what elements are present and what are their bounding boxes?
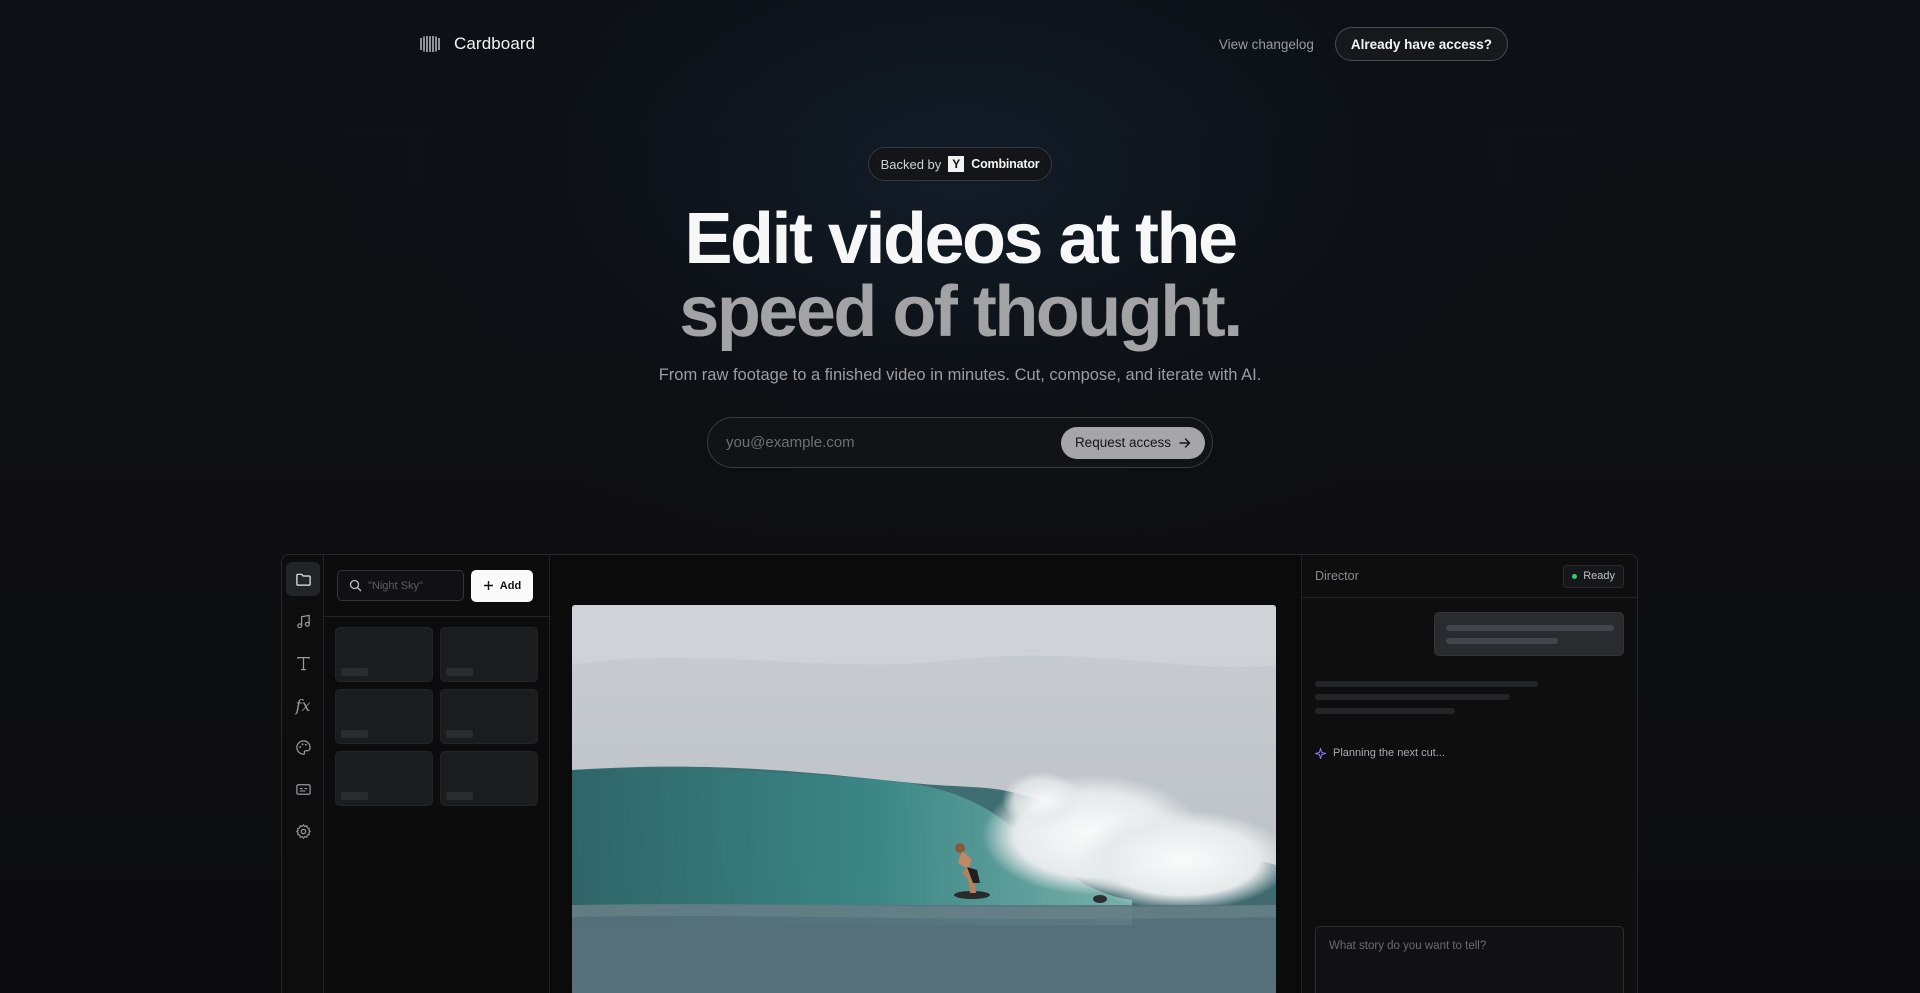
- y-combinator-logo-icon: Y: [948, 156, 965, 172]
- music-note-icon: [296, 614, 310, 628]
- rail-media-button[interactable]: [286, 562, 320, 596]
- brand-logo[interactable]: Cardboard: [418, 34, 535, 54]
- video-frame-surfer[interactable]: [572, 605, 1276, 993]
- palette-icon: [295, 739, 311, 755]
- rail-effects-button[interactable]: fx: [286, 688, 320, 722]
- media-tile-placeholder[interactable]: [335, 689, 433, 744]
- rail-color-button[interactable]: [286, 730, 320, 764]
- arrow-right-icon: [1179, 437, 1191, 448]
- nav-actions: View changelog Already have access?: [1219, 27, 1508, 61]
- sparkle-icon: [1315, 747, 1326, 759]
- rail-text-button[interactable]: [286, 646, 320, 680]
- badge-prefix: Backed by: [880, 156, 942, 172]
- fx-icon: fx: [295, 695, 311, 715]
- skeleton-line: [1315, 681, 1538, 687]
- planning-text: Planning the next cut...: [1333, 747, 1445, 759]
- media-grid: [335, 627, 538, 806]
- request-access-button[interactable]: Request access: [1060, 426, 1205, 459]
- media-search: [337, 570, 464, 601]
- director-panel: Director Ready Planning the next cut...: [1301, 555, 1637, 993]
- status-label: Ready: [1583, 570, 1615, 582]
- media-search-input[interactable]: [368, 579, 452, 592]
- status-badge: Ready: [1563, 564, 1624, 588]
- add-media-label: Add: [499, 579, 522, 592]
- settings-gear-icon: [295, 823, 311, 839]
- add-media-button[interactable]: Add: [471, 569, 533, 602]
- skeleton-line: [1315, 708, 1455, 714]
- request-access-label: Request access: [1074, 435, 1171, 450]
- media-tile-placeholder[interactable]: [335, 751, 433, 806]
- skeleton-line: [1446, 638, 1558, 644]
- badge-brand: Combinator: [971, 157, 1040, 171]
- status-dot-icon: [1572, 573, 1578, 579]
- text-icon: [296, 656, 310, 670]
- user-message-placeholder: [1434, 612, 1624, 656]
- plus-icon: [483, 581, 493, 590]
- media-tile-placeholder[interactable]: [440, 689, 538, 744]
- media-tile-placeholder[interactable]: [335, 627, 433, 682]
- hero-subtitle: From raw footage to a finished video in …: [658, 366, 1262, 384]
- video-preview-area: [550, 555, 1301, 993]
- email-field[interactable]: [726, 434, 1061, 451]
- hero-headline: Edit videos at the speed of thought.: [0, 203, 1920, 349]
- skeleton-line: [1446, 625, 1614, 631]
- top-nav: Cardboard View changelog Already have ac…: [418, 27, 1508, 61]
- request-access-form: Request access: [707, 417, 1213, 468]
- rail-captions-button[interactable]: [286, 772, 320, 806]
- media-tile-placeholder[interactable]: [440, 751, 538, 806]
- director-prompt-box: [1315, 926, 1624, 993]
- media-panel: Add: [324, 555, 550, 993]
- already-have-access-button[interactable]: Already have access?: [1334, 27, 1508, 61]
- director-title: Director: [1315, 569, 1359, 583]
- media-tile-placeholder[interactable]: [440, 627, 538, 682]
- planning-status: Planning the next cut...: [1315, 747, 1445, 759]
- headline-line-1: Edit videos at the: [684, 199, 1238, 279]
- surfing-wave-image: [572, 605, 1276, 993]
- headline-line-2: speed of thought.: [679, 272, 1243, 352]
- media-panel-header: Add: [324, 555, 549, 617]
- story-prompt-input[interactable]: [1329, 940, 1610, 992]
- director-header: Director Ready: [1302, 555, 1637, 598]
- folder-icon: [295, 573, 311, 586]
- backed-by-badge[interactable]: Backed by Y Combinator: [868, 147, 1052, 181]
- search-icon: [349, 579, 362, 592]
- tool-rail: fx: [282, 555, 324, 993]
- rail-settings-button[interactable]: [286, 814, 320, 848]
- brand-name: Cardboard: [454, 34, 536, 53]
- skeleton-line: [1315, 694, 1510, 700]
- rail-audio-button[interactable]: [286, 604, 320, 638]
- view-changelog-link[interactable]: View changelog: [1219, 37, 1314, 52]
- cardboard-logo-icon: [420, 36, 440, 52]
- captions-icon: [295, 783, 311, 795]
- editor-preview: fx Add: [281, 554, 1638, 993]
